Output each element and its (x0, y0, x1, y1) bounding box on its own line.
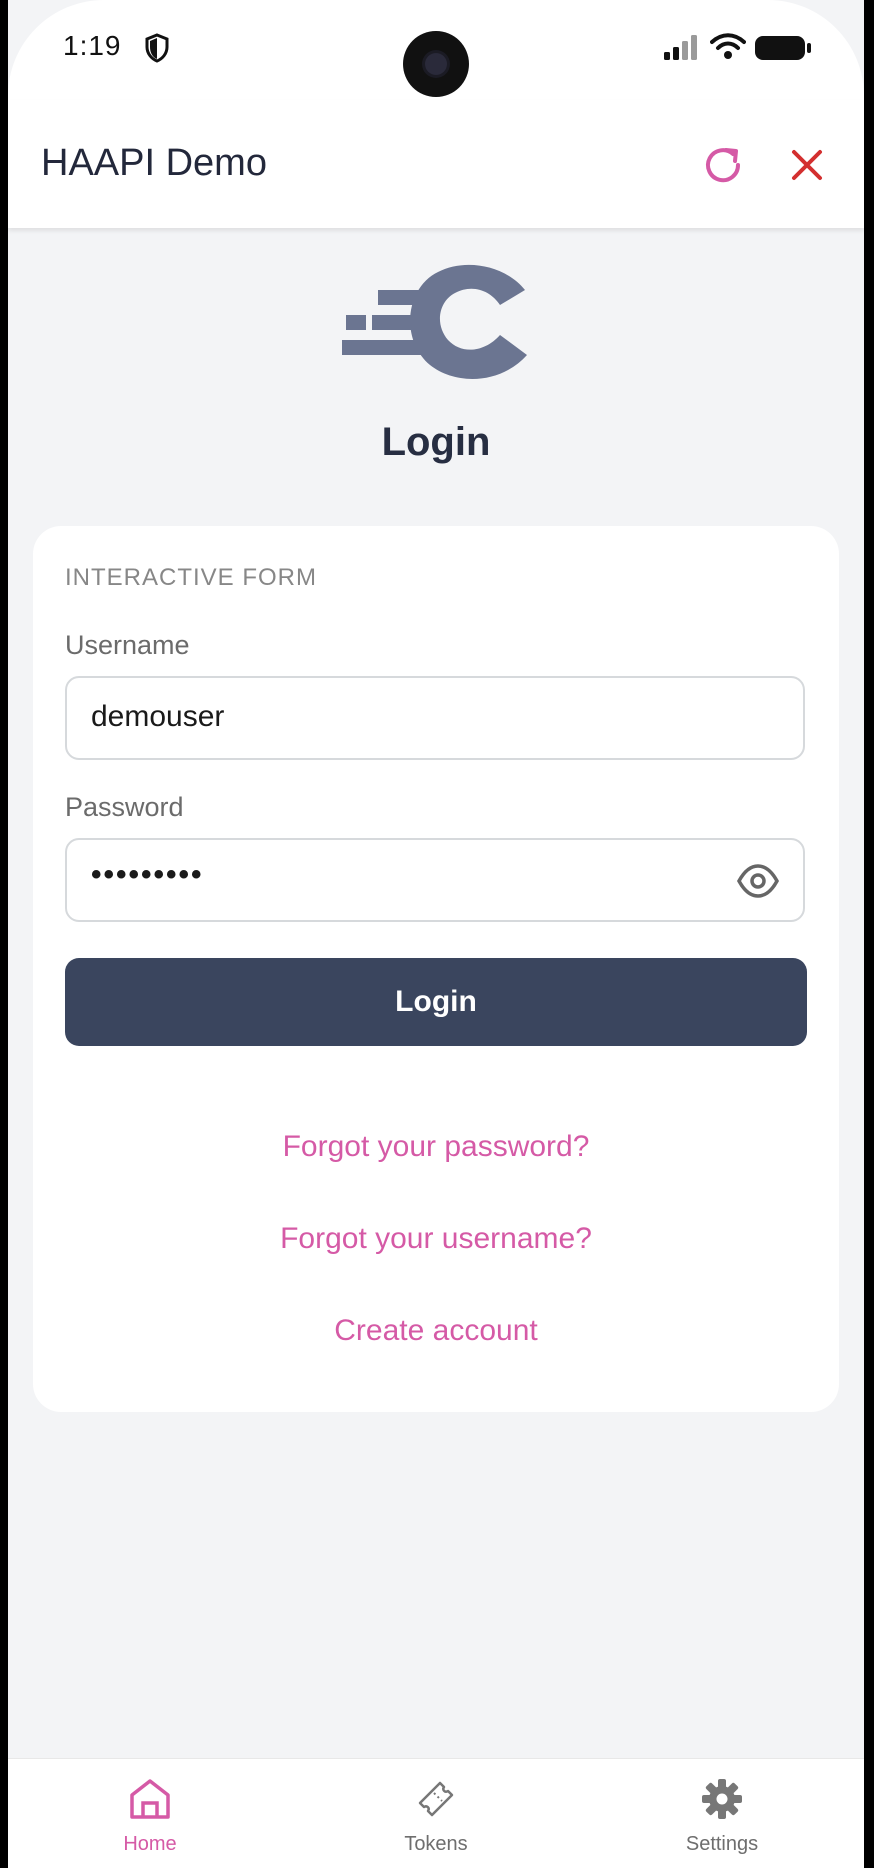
login-button[interactable]: Login (65, 958, 807, 1046)
app-title: HAAPI Demo (41, 142, 267, 184)
signal-icon (664, 35, 697, 60)
status-time: 1:19 (63, 30, 122, 61)
shield-icon (145, 33, 169, 63)
home-icon (130, 1779, 170, 1819)
app-bar: HAAPI Demo (8, 100, 864, 228)
nav-home[interactable]: Home (50, 1759, 250, 1868)
login-card: INTERACTIVE FORM Username demouser Passw… (33, 526, 839, 1412)
bottom-nav: Home Tokens Settings (8, 1758, 864, 1868)
gear-icon (702, 1779, 742, 1819)
create-account-link[interactable]: Create account (33, 1314, 839, 1348)
forgot-username-link[interactable]: Forgot your username? (33, 1222, 839, 1256)
password-field[interactable]: ••••••••• (65, 838, 805, 922)
nav-tokens[interactable]: Tokens (336, 1759, 536, 1868)
page-title: Login (381, 420, 491, 464)
nav-settings[interactable]: Settings (622, 1759, 822, 1868)
close-icon[interactable] (788, 146, 826, 184)
refresh-icon[interactable] (700, 142, 746, 188)
username-label: Username (65, 630, 190, 660)
nav-home-label: Home (123, 1833, 177, 1855)
nav-settings-label: Settings (685, 1833, 759, 1855)
status-bar: 1:19 (8, 0, 864, 100)
forgot-password-link[interactable]: Forgot your password? (33, 1130, 839, 1164)
username-value: demouser (91, 700, 225, 733)
ticket-icon (418, 1781, 454, 1817)
password-label: Password (65, 792, 184, 822)
eye-icon[interactable] (737, 862, 779, 900)
nav-tokens-label: Tokens (404, 1833, 468, 1855)
password-value: ••••••••• (91, 858, 204, 891)
battery-icon (755, 36, 811, 60)
brand-logo (342, 264, 527, 379)
app-screen: 1:19 HAAPI Demo Login INTERACTIVE FORM U… (8, 0, 864, 1868)
form-caption: INTERACTIVE FORM (65, 564, 318, 591)
phone-frame: 1:19 HAAPI Demo Login INTERACTIVE FORM U… (0, 0, 874, 1868)
username-field[interactable]: demouser (65, 676, 805, 760)
wifi-icon (710, 33, 746, 59)
front-camera (403, 31, 469, 97)
